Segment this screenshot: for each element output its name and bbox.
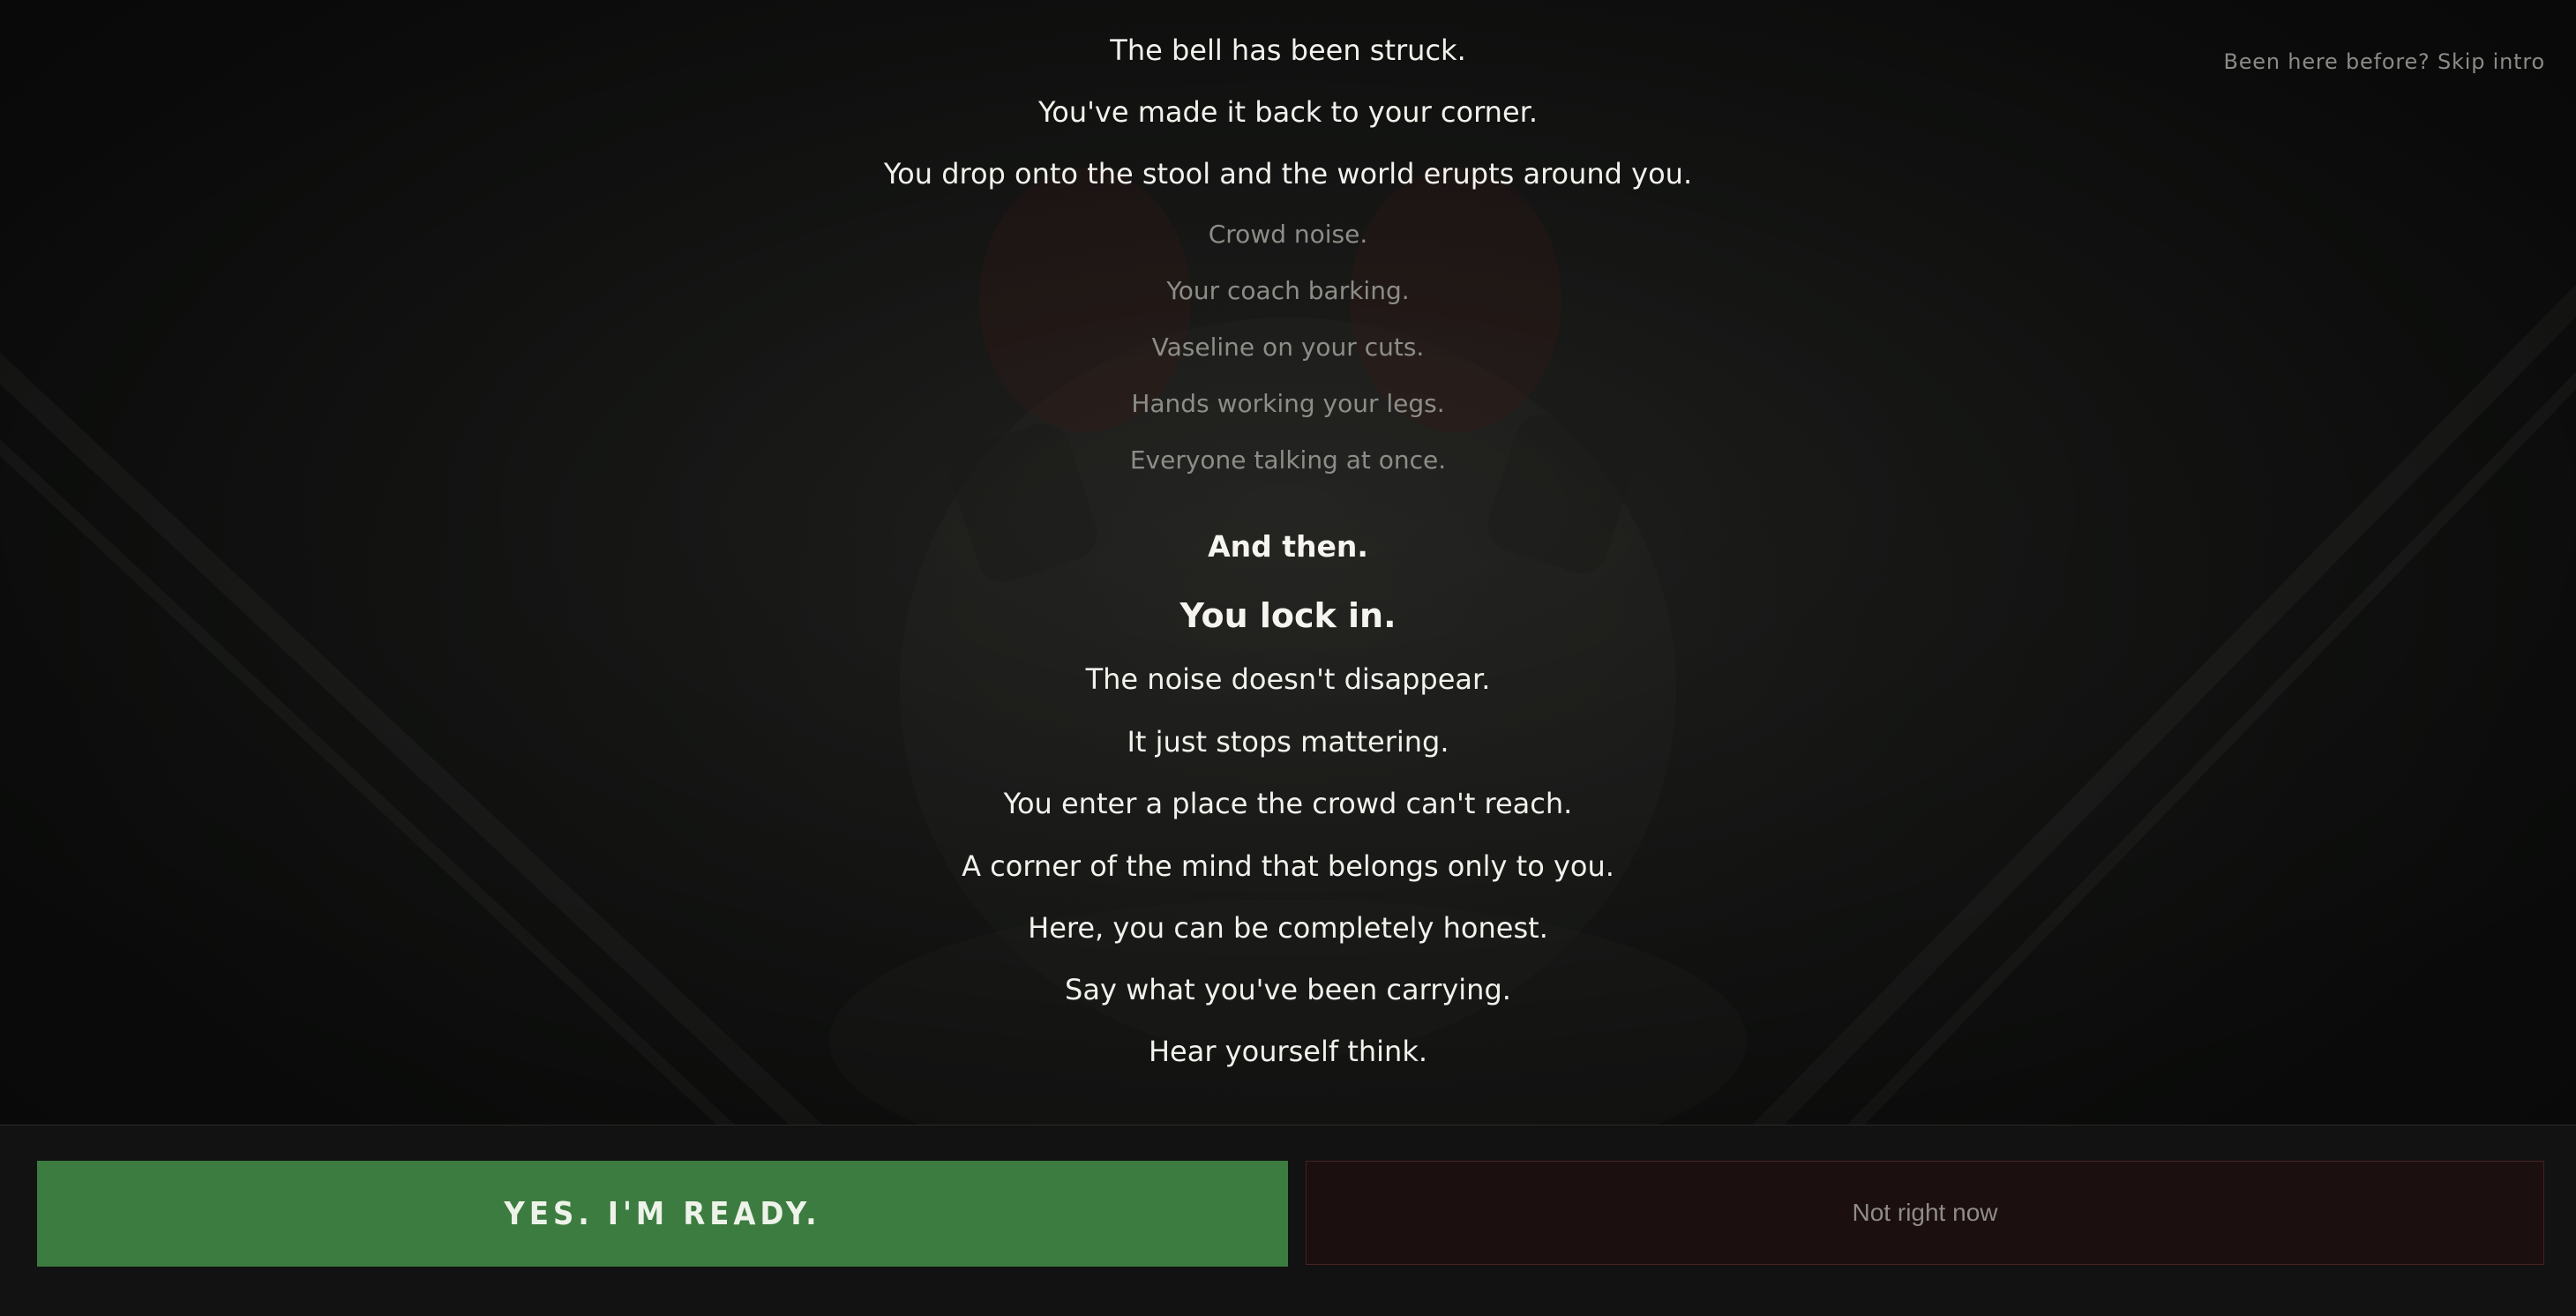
- story-line: Say what you've been carrying.: [1065, 973, 1511, 1006]
- story-line-muted: Crowd noise.: [1208, 220, 1368, 249]
- story-line: Hear yourself think.: [1148, 1035, 1428, 1068]
- story-line: You drop onto the stool and the world er…: [883, 157, 1693, 191]
- action-bar: YES. I'M READY. Not right now: [0, 1125, 2576, 1316]
- story-line-emphasis: You lock in.: [1179, 596, 1397, 635]
- not-right-now-button[interactable]: Not right now: [1306, 1161, 2544, 1265]
- story-line: The bell has been struck.: [1110, 34, 1466, 67]
- story-line-emphasis: And then.: [1208, 529, 1368, 564]
- story-line: You enter a place the crowd can't reach.: [1003, 787, 1573, 820]
- story-line: You've made it back to your corner.: [1037, 95, 1539, 129]
- story-line: It just stops mattering.: [1127, 725, 1449, 759]
- story-line: Here, you can be completely honest.: [1028, 911, 1548, 945]
- ready-button[interactable]: YES. I'M READY.: [37, 1161, 1288, 1267]
- story-line-muted: Everyone talking at once.: [1129, 445, 1447, 475]
- story-line-muted: Vaseline on your cuts.: [1151, 333, 1425, 362]
- story-line-muted: Your coach barking.: [1166, 276, 1410, 305]
- story-line: A corner of the mind that belongs only t…: [962, 849, 1614, 883]
- story-line: The noise doesn't disappear.: [1085, 662, 1491, 696]
- story-line-muted: Hands working your legs.: [1131, 389, 1445, 418]
- intro-screen: Been here before? Skip intro The bell ha…: [0, 0, 2576, 1316]
